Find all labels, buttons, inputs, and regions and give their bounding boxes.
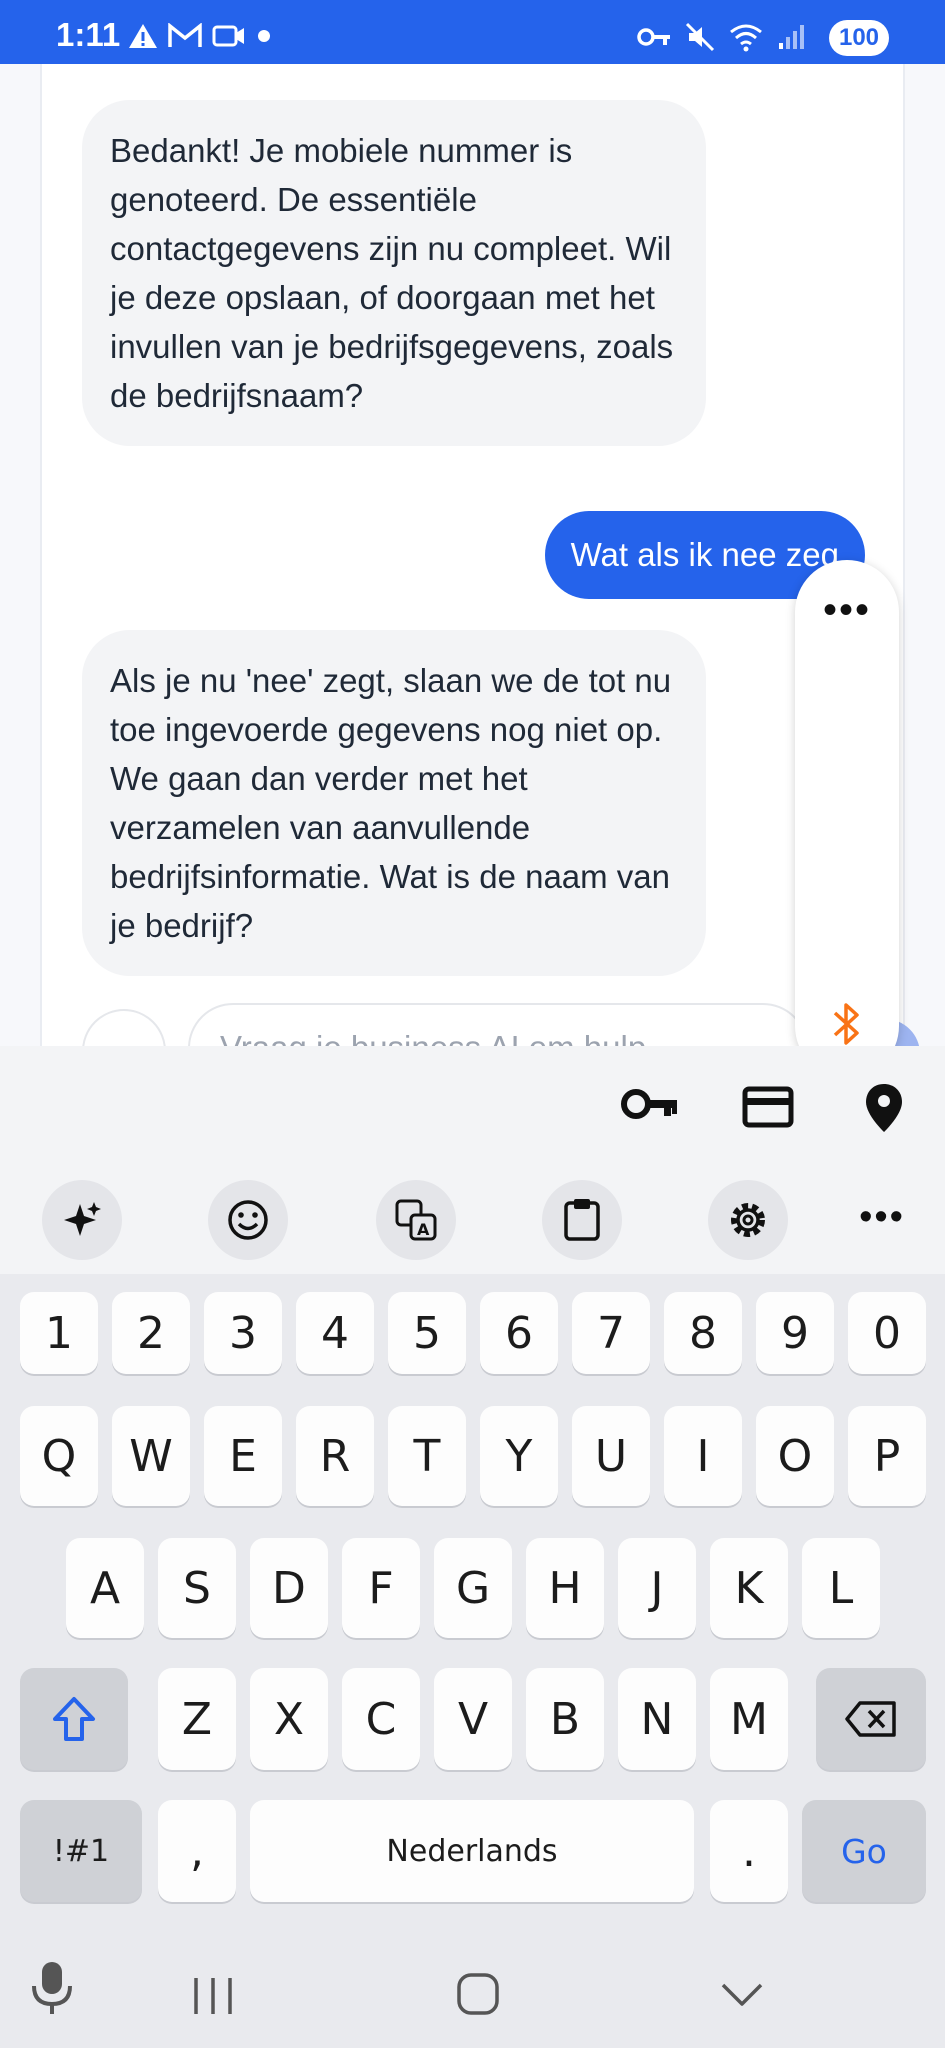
backspace-key[interactable] [816,1668,926,1770]
location-pin-icon[interactable] [864,1082,904,1139]
key-k[interactable]: K [710,1538,788,1638]
warning-icon [129,24,157,48]
battery-indicator: 100 [829,20,889,56]
status-bar: 1:11 100 [0,0,945,64]
key-y[interactable]: Y [480,1406,558,1506]
key-3[interactable]: 3 [204,1292,282,1374]
key-4[interactable]: 4 [296,1292,374,1374]
svg-text:A: A [417,1220,430,1239]
more-options-icon[interactable]: ••• [795,590,899,630]
notification-icons [128,22,272,50]
key-o[interactable]: O [756,1406,834,1506]
key-x[interactable]: X [250,1668,328,1770]
ai-sparkle-icon[interactable] [42,1180,122,1260]
hide-keyboard-icon[interactable] [720,1982,764,2013]
key-m[interactable]: M [710,1668,788,1770]
key-r[interactable]: R [296,1406,374,1506]
autofill-bar [0,1046,945,1166]
go-key[interactable]: Go [802,1800,926,1902]
wifi-icon [730,24,762,52]
mute-icon [685,22,715,52]
key-6[interactable]: 6 [480,1292,558,1374]
key-b[interactable]: B [526,1668,604,1770]
key-l[interactable]: L [802,1538,880,1638]
toolbar-more-icon[interactable]: ••• [859,1196,905,1239]
key-5[interactable]: 5 [388,1292,466,1374]
period-key[interactable]: . [710,1800,788,1902]
chat-input[interactable]: Vraag je business AI om hulp [188,1003,808,1046]
key-i[interactable]: I [664,1406,742,1506]
videocall-icon [212,25,244,47]
key-s[interactable]: S [158,1538,236,1638]
key-e[interactable]: E [204,1406,282,1506]
key-0[interactable]: 0 [848,1292,926,1374]
navigation-bar [0,1930,945,2048]
keyboard: A ••• 1 2 3 4 5 6 7 8 9 0 Q W E R T Y U … [0,1046,945,2048]
dot-icon [258,30,270,42]
key-q[interactable]: Q [20,1406,98,1506]
key-icon [637,28,670,46]
translate-icon[interactable]: A [376,1180,456,1260]
key-8[interactable]: 8 [664,1292,742,1374]
symbols-key[interactable]: !#1 [20,1800,142,1902]
key-1[interactable]: 1 [20,1292,98,1374]
key-7[interactable]: 7 [572,1292,650,1374]
key-n[interactable]: N [618,1668,696,1770]
key-j[interactable]: J [618,1538,696,1638]
backspace-icon [845,1701,896,1737]
keyboard-toolbar: A ••• [0,1166,945,1274]
key-a[interactable]: A [66,1538,144,1638]
key-u[interactable]: U [572,1406,650,1506]
home-icon[interactable] [456,1972,500,2021]
clipboard-icon[interactable] [542,1180,622,1260]
microphone-icon[interactable] [30,1960,74,2021]
key-c[interactable]: C [342,1668,420,1770]
key-h[interactable]: H [526,1538,604,1638]
attach-button[interactable] [82,1009,166,1046]
recent-apps-icon[interactable] [192,1976,234,2021]
settings-gear-icon[interactable] [708,1180,788,1260]
key-g[interactable]: G [434,1538,512,1638]
key-z[interactable]: Z [158,1668,236,1770]
bot-message: Als je nu 'nee' zegt, slaan we de tot nu… [82,630,706,976]
key-p[interactable]: P [848,1406,926,1506]
key-f[interactable]: F [342,1538,420,1638]
bot-message: Bedankt! Je mobiele nummer is genoteerd.… [82,100,706,446]
payment-card-icon[interactable] [742,1086,794,1133]
space-key[interactable]: Nederlands [250,1800,694,1902]
passwords-key-icon[interactable] [620,1086,680,1127]
emoji-icon[interactable] [208,1180,288,1260]
key-v[interactable]: V [434,1668,512,1770]
gmail-icon [168,23,202,47]
shift-key[interactable] [20,1668,128,1770]
key-t[interactable]: T [388,1406,466,1506]
key-9[interactable]: 9 [756,1292,834,1374]
key-w[interactable]: W [112,1406,190,1506]
shift-arrow-icon [53,1697,95,1741]
system-icons [637,22,805,52]
status-time: 1:11 [56,16,121,53]
key-d[interactable]: D [250,1538,328,1638]
floating-side-panel[interactable]: ••• [795,560,899,1078]
key-2[interactable]: 2 [112,1292,190,1374]
signal-icon [779,25,804,49]
comma-key[interactable]: , [158,1800,236,1902]
